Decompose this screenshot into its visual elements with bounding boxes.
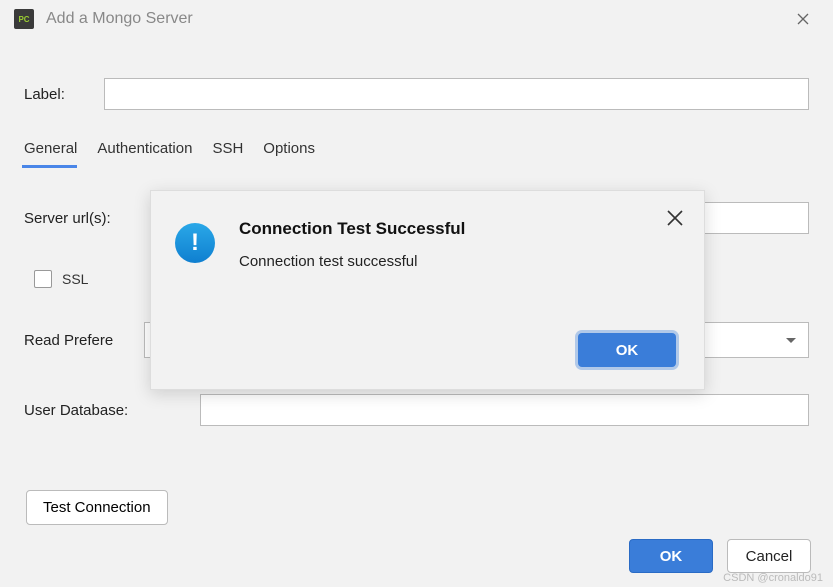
- close-icon: [666, 209, 684, 227]
- ssl-label: SSL: [62, 271, 88, 287]
- tab-authentication[interactable]: Authentication: [97, 134, 198, 167]
- alert-close-button[interactable]: [666, 209, 684, 230]
- connection-test-alert: ! Connection Test Successful Connection …: [150, 190, 705, 390]
- tab-ssh[interactable]: SSH: [212, 134, 249, 167]
- add-mongo-server-dialog: PC Add a Mongo Server Label: General Aut…: [0, 0, 833, 587]
- ok-button[interactable]: OK: [629, 539, 713, 573]
- dialog-title: Add a Mongo Server: [46, 10, 193, 28]
- tab-options[interactable]: Options: [263, 134, 321, 167]
- watermark: CSDN @cronaldo91: [723, 572, 823, 584]
- chevron-down-icon: [786, 338, 796, 343]
- alert-message: Connection test successful: [239, 253, 465, 270]
- user-database-label: User Database:: [24, 402, 200, 419]
- dialog-button-bar: OK Cancel: [629, 539, 811, 573]
- titlebar: PC Add a Mongo Server: [0, 0, 833, 38]
- pycharm-app-icon: PC: [14, 9, 34, 29]
- tab-general[interactable]: General: [24, 134, 83, 167]
- user-database-row: User Database:: [24, 394, 809, 426]
- ssl-checkbox[interactable]: [34, 270, 52, 288]
- info-icon: !: [175, 223, 215, 263]
- alert-body: ! Connection Test Successful Connection …: [175, 219, 680, 270]
- read-preference-label: Read Prefere: [24, 332, 144, 349]
- label-row: Label:: [24, 78, 809, 110]
- alert-text: Connection Test Successful Connection te…: [239, 219, 465, 270]
- alert-ok-button[interactable]: OK: [578, 333, 676, 367]
- close-button[interactable]: [787, 5, 819, 33]
- label-field-label: Label:: [24, 86, 104, 103]
- cancel-button[interactable]: Cancel: [727, 539, 811, 573]
- user-database-input[interactable]: [200, 394, 809, 426]
- test-connection-button[interactable]: Test Connection: [26, 490, 168, 525]
- close-icon: [797, 13, 809, 25]
- label-input[interactable]: [104, 78, 809, 110]
- alert-title: Connection Test Successful: [239, 219, 465, 239]
- tabs: General Authentication SSH Options: [24, 134, 809, 168]
